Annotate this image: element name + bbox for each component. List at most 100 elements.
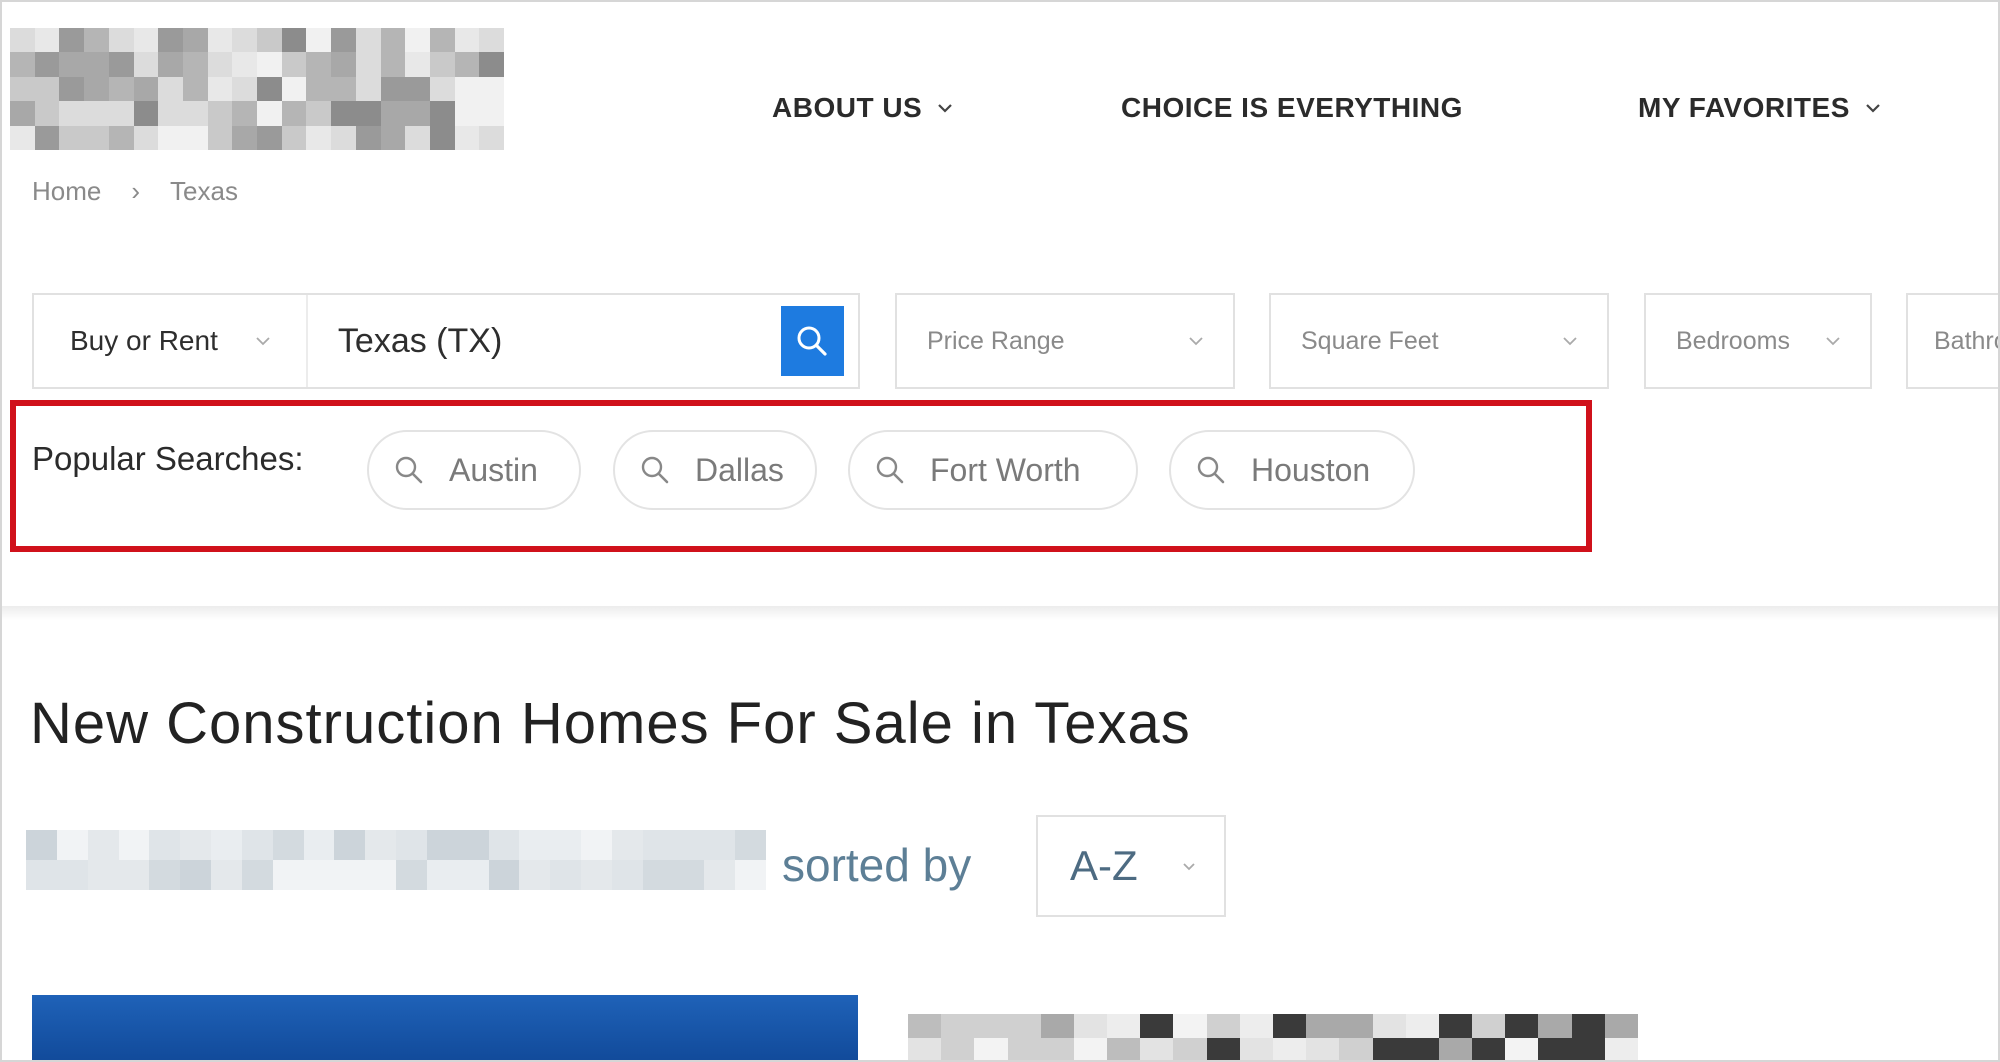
popular-search-fort-worth[interactable]: Fort Worth	[848, 430, 1138, 510]
mosaic-cell	[405, 76, 430, 102]
mosaic-cell	[306, 101, 332, 126]
mosaic-cell	[34, 52, 60, 77]
mosaic-cell	[429, 125, 455, 150]
mosaic-cell	[158, 101, 183, 126]
mosaic-cell	[429, 101, 455, 126]
chip-label: Fort Worth	[930, 451, 1081, 488]
mosaic-cell	[1140, 1038, 1174, 1062]
mosaic-cell	[303, 860, 335, 890]
mosaic-cell	[180, 830, 211, 860]
search-button[interactable]	[780, 306, 844, 376]
mosaic-cell	[182, 76, 208, 102]
mosaic-cell	[331, 101, 356, 126]
mosaic-cell	[84, 28, 109, 53]
mosaic-cell	[396, 830, 427, 860]
buy-or-rent-select[interactable]: Buy or Rent	[34, 295, 308, 387]
sort-select[interactable]: A-Z	[1036, 815, 1226, 917]
popular-search-austin[interactable]: Austin	[367, 430, 581, 510]
mosaic-cell	[257, 101, 282, 126]
mosaic-cell	[272, 860, 304, 890]
mosaic-cell	[355, 52, 381, 77]
mosaic-cell	[257, 28, 282, 53]
mosaic-cell	[232, 28, 257, 53]
search-bar: Buy or Rent	[32, 293, 860, 389]
mosaic-cell	[941, 1038, 975, 1062]
mosaic-cell	[908, 1014, 942, 1038]
mosaic-cell	[479, 52, 504, 77]
page-title: New Construction Homes For Sale in Texas	[30, 691, 1191, 756]
mosaic-cell	[334, 860, 366, 890]
mosaic-cell	[331, 28, 356, 53]
mosaic-cell	[26, 830, 57, 860]
mosaic-cell	[87, 830, 119, 860]
mosaic-cell	[673, 830, 705, 860]
mosaic-cell	[1007, 1038, 1041, 1062]
mosaic-cell	[673, 860, 705, 890]
mosaic-cell	[1273, 1014, 1307, 1038]
bedrooms-select[interactable]: Bedrooms	[1644, 293, 1872, 389]
mosaic-cell	[281, 101, 307, 126]
mosaic-cell	[272, 830, 304, 860]
mosaic-cell	[479, 101, 504, 126]
mosaic-cell	[241, 830, 273, 860]
mosaic-cell	[207, 52, 233, 77]
listing-title-obscured[interactable]	[908, 1014, 1638, 1062]
mosaic-cell	[182, 125, 208, 150]
location-input[interactable]	[307, 295, 781, 387]
listing-image[interactable]	[32, 995, 858, 1062]
mosaic-cell	[281, 76, 307, 102]
mosaic-cell	[281, 28, 307, 53]
breadcrumb: Home › Texas	[32, 176, 238, 207]
mosaic-cell	[1173, 1038, 1207, 1062]
mosaic-cell	[207, 76, 233, 102]
mosaic-cell	[380, 101, 406, 126]
sorted-by-label: sorted by	[782, 839, 972, 891]
price-range-select[interactable]: Price Range	[895, 293, 1235, 389]
mosaic-cell	[1472, 1014, 1506, 1038]
bathrooms-select[interactable]: Bathrooms	[1906, 293, 2000, 389]
mosaic-cell	[306, 125, 332, 150]
mosaic-cell	[454, 76, 480, 102]
square-feet-select[interactable]: Square Feet	[1269, 293, 1609, 389]
popular-search-houston[interactable]: Houston	[1169, 430, 1415, 510]
mosaic-cell	[34, 76, 60, 102]
mosaic-cell	[207, 101, 233, 126]
mosaic-cell	[1206, 1038, 1240, 1062]
chevron-down-icon	[938, 104, 953, 113]
nav-choice-label: CHOICE IS EVERYTHING	[1121, 92, 1463, 123]
nav-about-us[interactable]: ABOUT US	[772, 88, 954, 128]
mosaic-cell	[735, 830, 766, 860]
nav-choice-is-everything[interactable]: CHOICE IS EVERYTHING	[1121, 88, 1463, 128]
mosaic-cell	[454, 28, 480, 53]
mosaic-cell	[735, 860, 766, 890]
mosaic-cell	[149, 830, 181, 860]
mosaic-cell	[1040, 1014, 1074, 1038]
section-divider	[0, 606, 2000, 620]
mosaic-cell	[211, 860, 242, 890]
mosaic-cell	[133, 28, 159, 53]
sort-value: A-Z	[1070, 842, 1138, 889]
site-logo[interactable]	[10, 28, 504, 150]
mosaic-cell	[355, 76, 381, 102]
mosaic-cell	[59, 76, 85, 102]
mosaic-cell	[355, 28, 381, 53]
mosaic-cell	[108, 125, 134, 150]
mosaic-cell	[56, 830, 88, 860]
mosaic-cell	[380, 76, 406, 102]
nav-my-favorites[interactable]: MY FAVORITES	[1638, 88, 1882, 128]
mosaic-cell	[704, 860, 736, 890]
mosaic-cell	[908, 1038, 942, 1062]
mosaic-cell	[479, 125, 504, 150]
mosaic-cell	[59, 101, 85, 126]
breadcrumb-home[interactable]: Home	[32, 176, 101, 207]
popular-search-dallas[interactable]: Dallas	[613, 430, 817, 510]
mosaic-cell	[334, 830, 366, 860]
mosaic-cell	[1206, 1014, 1240, 1038]
mosaic-cell	[550, 830, 581, 860]
mosaic-cell	[1140, 1014, 1174, 1038]
mosaic-cell	[1438, 1014, 1473, 1038]
mosaic-cell	[642, 860, 674, 890]
mosaic-cell	[118, 830, 150, 860]
mosaic-cell	[158, 52, 183, 77]
mosaic-cell	[257, 125, 282, 150]
